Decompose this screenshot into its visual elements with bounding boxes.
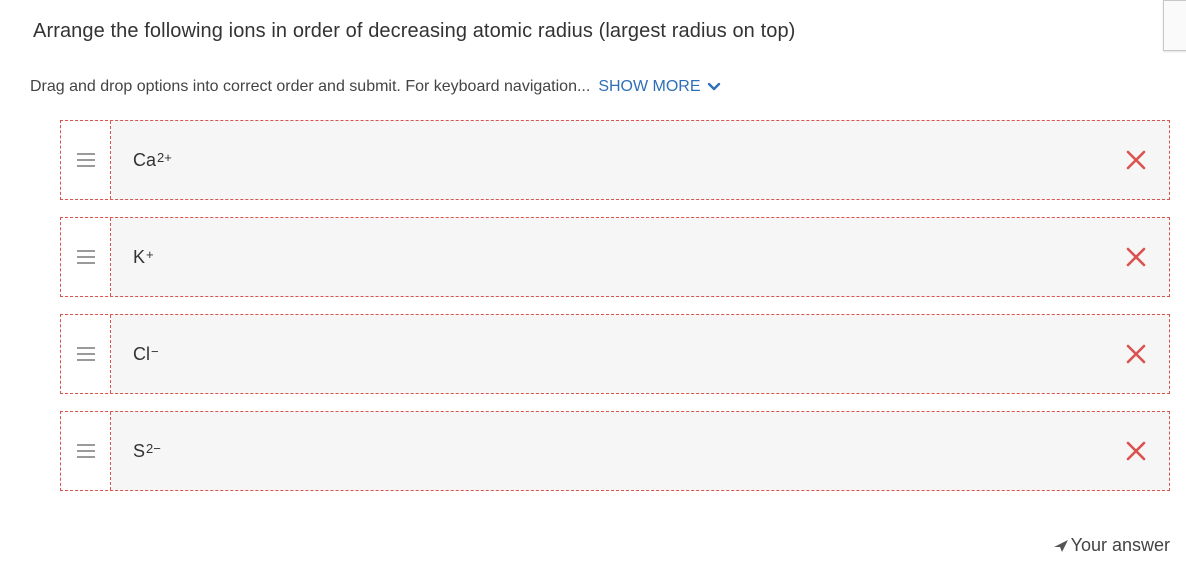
drag-handle-icon[interactable] bbox=[61, 218, 111, 296]
drag-handle-icon[interactable] bbox=[61, 412, 111, 490]
option-item[interactable]: K + bbox=[60, 217, 1170, 297]
option-item[interactable]: S 2− bbox=[60, 411, 1170, 491]
your-answer-indicator: Your answer bbox=[1053, 535, 1170, 556]
ion-symbol: S bbox=[133, 440, 146, 461]
ion-charge: 2− bbox=[146, 440, 161, 456]
your-answer-label: Your answer bbox=[1070, 535, 1170, 555]
option-item[interactable]: Cl − bbox=[60, 314, 1170, 394]
option-label: K + bbox=[111, 218, 1169, 296]
page: Arrange the following ions in order of d… bbox=[0, 0, 1186, 565]
ion-symbol: K bbox=[133, 246, 146, 267]
question-text: Arrange the following ions in order of d… bbox=[33, 20, 796, 42]
show-more-link[interactable]: SHOW MORE bbox=[598, 78, 720, 96]
show-more-label: SHOW MORE bbox=[598, 78, 701, 95]
option-label: Ca 2+ bbox=[111, 121, 1169, 199]
ion-charge: − bbox=[151, 343, 159, 359]
options-list: Ca 2+ K + Cl − S 2− bbox=[60, 120, 1170, 508]
ion-symbol: Cl bbox=[133, 343, 150, 364]
drag-handle-icon[interactable] bbox=[61, 121, 111, 199]
option-label: S 2− bbox=[111, 412, 1169, 490]
ion-symbol: Ca bbox=[133, 149, 157, 170]
option-label: Cl − bbox=[111, 315, 1169, 393]
ion-charge: 2+ bbox=[157, 149, 172, 165]
side-panel-tab[interactable] bbox=[1163, 0, 1186, 51]
x-mark-icon bbox=[1126, 344, 1146, 364]
x-mark-icon bbox=[1126, 247, 1146, 267]
x-mark-icon bbox=[1126, 441, 1146, 461]
option-item[interactable]: Ca 2+ bbox=[60, 120, 1170, 200]
instructions: Drag and drop options into correct order… bbox=[30, 78, 721, 96]
chevron-down-icon bbox=[707, 82, 720, 91]
instructions-text: Drag and drop options into correct order… bbox=[30, 78, 591, 95]
drag-handle-icon[interactable] bbox=[61, 315, 111, 393]
pointer-arrow-icon bbox=[1053, 539, 1068, 552]
ion-charge: + bbox=[146, 246, 154, 262]
x-mark-icon bbox=[1126, 150, 1146, 170]
